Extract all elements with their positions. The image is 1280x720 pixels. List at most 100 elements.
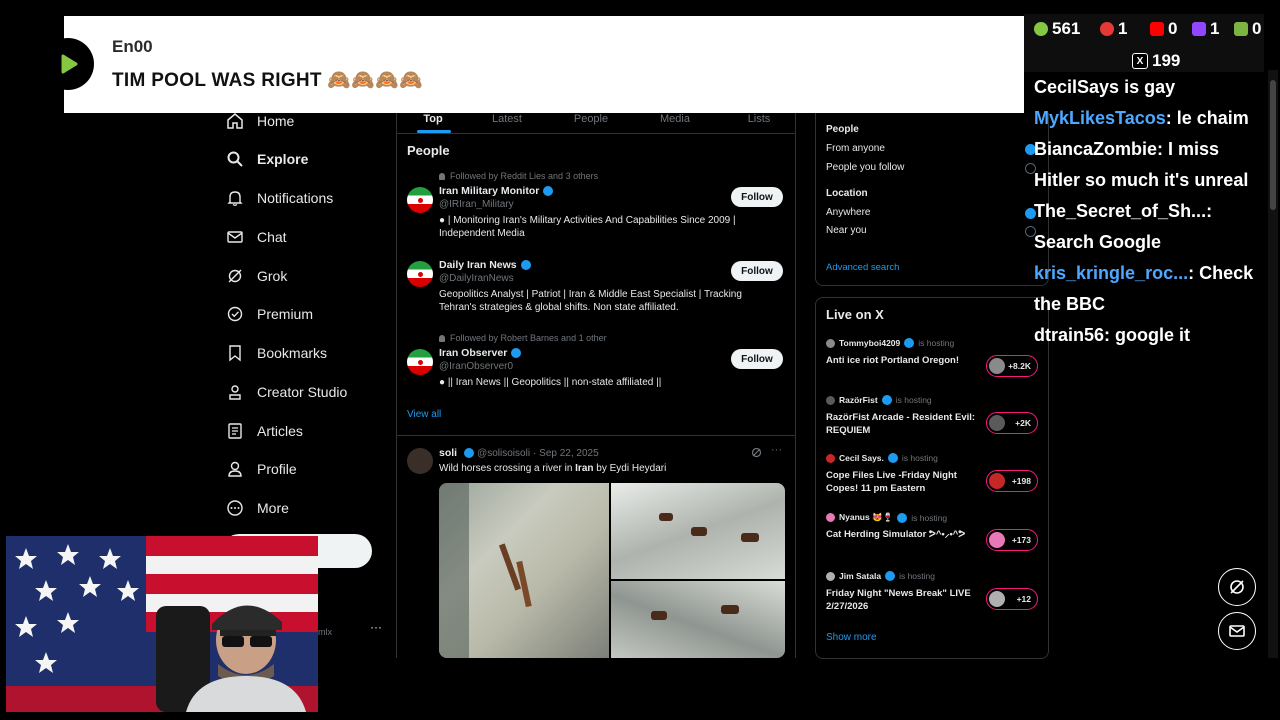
messages-fab-button[interactable] [1218, 612, 1256, 650]
live-title[interactable]: Cat Herding Simulator ᕗ^•⸝•^ᕗ [826, 528, 976, 541]
people-result[interactable]: Followed by Reddit Lies and 3 others Iran… [397, 171, 795, 251]
search-results-column: Top Latest People Media Lists People Followe… [396, 113, 796, 658]
sidebar-item-articles[interactable]: Articles [226, 418, 303, 444]
follow-button[interactable]: Follow [731, 261, 783, 281]
tab-media[interactable]: Media [639, 113, 711, 133]
listener-count-pill[interactable]: +173 [986, 529, 1038, 551]
post-more-icon[interactable]: ··· [771, 444, 782, 456]
sidebar-item-more[interactable]: More [226, 495, 289, 521]
follow-button[interactable]: Follow [731, 187, 783, 207]
grok-fab-button[interactable] [1218, 568, 1256, 606]
live-on-x-panel: Live on X Tommyboi4209 is hosting Anti ice… [815, 297, 1049, 659]
advanced-search-link[interactable]: Advanced search [826, 262, 899, 273]
page-scrollbar[interactable] [1268, 70, 1278, 658]
live-title[interactable]: Friday Night "News Break" LIVE 2/27/2026 [826, 587, 976, 613]
live-item[interactable]: Tommyboi4209 is hosting Anti ice riot Port… [816, 338, 1048, 388]
chat-username[interactable]: The_Secret_of_Sh... [1034, 201, 1206, 221]
listener-count-pill[interactable]: +198 [986, 470, 1038, 492]
post-author-name[interactable]: soli [439, 447, 457, 459]
live-item[interactable]: RazörFist is hosting RazörFist Arcade - Re… [816, 395, 1048, 445]
live-heading: Live on X [826, 307, 884, 322]
live-title[interactable]: RazörFist Arcade - Resident Evil: REQUIE… [826, 411, 976, 437]
live-item[interactable]: Jim Satala is hosting Friday Night "News B… [816, 571, 1048, 621]
view-all-link[interactable]: View all [407, 409, 441, 420]
account-handle[interactable]: mlx [318, 627, 332, 637]
live-host[interactable]: Tommyboi4209 is hosting [826, 338, 954, 348]
chat-username[interactable]: BiancaZombie [1034, 139, 1157, 159]
account-bio: ● | Monitoring Iran's Military Activitie… [439, 215, 736, 239]
scrollbar-thumb[interactable] [1270, 80, 1276, 210]
follow-button[interactable]: Follow [731, 349, 783, 369]
account-more-icon[interactable]: ··· [370, 620, 382, 634]
filter-from-anyone[interactable]: From anyone [826, 143, 885, 154]
sidebar-item-profile[interactable]: Profile [226, 456, 297, 482]
person-icon [226, 460, 244, 478]
filter-location-heading: Location [826, 188, 868, 199]
account-name[interactable]: Iran Military Monitor [439, 185, 554, 197]
live-host[interactable]: Nyanus 😻🍷 is hosting [826, 512, 947, 523]
chat-username[interactable]: dtrain56 [1034, 325, 1104, 345]
creator-icon [226, 383, 244, 401]
hosting-label: is hosting [911, 512, 948, 523]
account-avatar[interactable] [407, 349, 433, 375]
sidebar-item-grok[interactable]: Grok [226, 263, 287, 289]
account-avatar[interactable] [407, 261, 433, 287]
tab-people[interactable]: People [555, 113, 627, 133]
filter-anywhere[interactable]: Anywhere [826, 207, 870, 218]
live-title[interactable]: Anti ice riot Portland Oregon! [826, 354, 976, 367]
account-handle[interactable]: @DailyIranNews [439, 273, 514, 284]
chat-text: : google it [1104, 325, 1191, 345]
filter-near-you[interactable]: Near you [826, 225, 867, 236]
search-filters-panel: People From anyone People you follow Loc… [815, 113, 1049, 286]
account-name[interactable]: Daily Iran News [439, 259, 531, 271]
post-text: Wild horses crossing a river in Iran by … [439, 463, 667, 474]
listener-count-pill[interactable]: +2K [986, 412, 1038, 434]
post-media-grid[interactable] [439, 483, 785, 658]
host-avatar [826, 571, 835, 581]
listener-count-pill[interactable]: +8.2K [986, 355, 1038, 377]
account-avatar[interactable] [407, 187, 433, 213]
sidebar-item-home[interactable]: Home [226, 108, 294, 134]
sidebar-item-notifications[interactable]: Notifications [226, 185, 333, 211]
filter-people-heading: People [826, 124, 859, 135]
host-avatar [826, 395, 835, 405]
listener-avatar [989, 591, 1005, 607]
post-date[interactable]: · Sep 22, 2025 [533, 448, 599, 459]
account-name[interactable]: Iran Observer [439, 347, 522, 359]
stat-twitch: 1 [1192, 19, 1219, 39]
account-bio: ● || Iran News || Geopolitics || non-sta… [439, 377, 662, 388]
live-host[interactable]: RazörFist is hosting [826, 395, 932, 405]
filter-people-you-follow[interactable]: People you follow [826, 162, 904, 173]
sidebar-item-chat[interactable]: Chat [226, 224, 287, 250]
people-result[interactable]: Daily Iran News @DailyIranNews Geopolitics… [397, 259, 795, 339]
post-image-2[interactable] [611, 483, 785, 579]
show-more-link[interactable]: Show more [826, 632, 877, 643]
account-handle[interactable]: @IranObserver0 [439, 361, 513, 372]
chat-username[interactable]: CecilSays [1034, 77, 1119, 97]
post-author-avatar[interactable] [407, 448, 433, 474]
live-title[interactable]: Cope Files Live -Friday Night Copes! 11 … [826, 469, 976, 495]
sidebar-item-explore[interactable]: Explore [226, 146, 308, 172]
tab-lists[interactable]: Lists [723, 113, 795, 133]
listener-avatar [989, 358, 1005, 374]
sidebar-item-premium[interactable]: Premium [226, 301, 313, 327]
live-item[interactable]: Nyanus 😻🍷 is hosting Cat Herding Simulator… [816, 512, 1048, 562]
grok-icon[interactable] [751, 447, 762, 461]
sidebar-item-bookmarks[interactable]: Bookmarks [226, 340, 327, 366]
chat-message: MykLikesTacos: le chaim [1034, 103, 1270, 134]
post-image-3[interactable] [611, 581, 785, 658]
listener-count-pill[interactable]: +12 [986, 588, 1038, 610]
chat-message: kris_kringle_roc...: Check the BBC [1034, 258, 1270, 320]
post-image-1[interactable] [439, 483, 609, 658]
live-host[interactable]: Jim Satala is hosting [826, 571, 935, 581]
sidebar-item-creator-studio[interactable]: Creator Studio [226, 379, 347, 405]
x-icon: X [1132, 53, 1148, 69]
account-handle[interactable]: @IRIran_Military [439, 199, 514, 210]
chat-username[interactable]: MykLikesTacos [1034, 108, 1166, 128]
post-author-handle[interactable]: @solisoisoli [477, 448, 530, 459]
chat-username[interactable]: kris_kringle_roc... [1034, 263, 1188, 283]
tab-latest[interactable]: Latest [471, 113, 543, 133]
live-host[interactable]: Cecil Says. is hosting [826, 453, 938, 463]
live-item[interactable]: Cecil Says. is hosting Cope Files Live -Fr… [816, 453, 1048, 503]
people-result[interactable]: Followed by Robert Barnes and 1 other Ira… [397, 333, 795, 413]
